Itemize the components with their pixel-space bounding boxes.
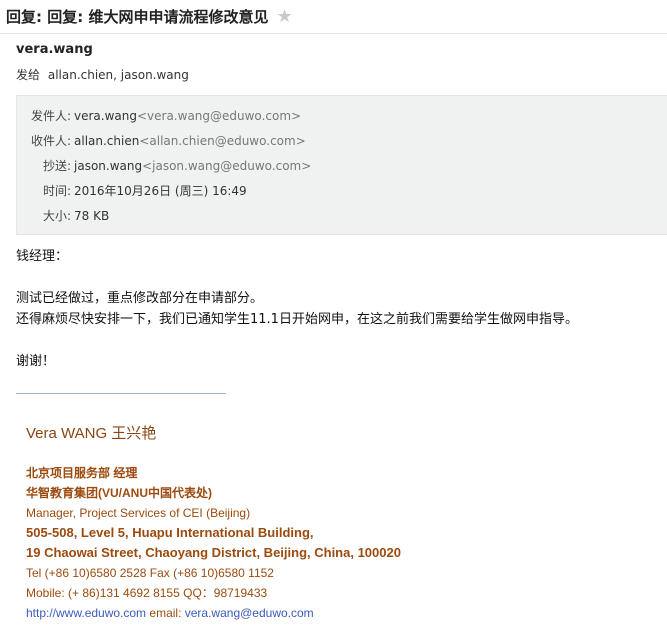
- to-name[interactable]: allan.chien: [74, 134, 139, 148]
- details-row-cc: 抄送: jason.wang<jason.wang@eduwo.com>: [17, 153, 667, 178]
- from-address: <vera.wang@eduwo.com>: [136, 108, 302, 123]
- details-value: vera.wang<vera.wang@eduwo.com>: [71, 109, 301, 123]
- signature-address-1: 505-508, Level 5, Huapu International Bu…: [26, 525, 314, 540]
- from-name[interactable]: vera.wang: [74, 109, 137, 123]
- email-label: email:: [146, 606, 185, 620]
- cc-name[interactable]: jason.wang: [74, 159, 142, 173]
- details-label: 收件人:: [30, 134, 71, 148]
- signature-contact: http://www.eduwo.com email: vera.wang@ed…: [26, 603, 667, 623]
- email-body: 钱经理： 测试已经做过，重点修改部分在申请部分。 还得麻烦尽快安排一下，我们已通…: [0, 235, 667, 394]
- signature-company: 华智教育集团(VU/ANU中国代表处): [26, 486, 212, 500]
- details-value: allan.chien<allan.chien@eduwo.com>: [71, 134, 306, 148]
- size-value: 78 KB: [74, 208, 110, 223]
- email-subject: 回复: 回复: 维大网申申请流程修改意见: [6, 8, 269, 26]
- details-row-time: 时间: 2016年10月26日 (周三) 16:49: [17, 178, 667, 203]
- website-link[interactable]: http://www.eduwo.com: [26, 606, 146, 620]
- details-label: 抄送:: [42, 159, 71, 173]
- body-line: 测试已经做过，重点修改部分在申请部分。: [16, 291, 264, 306]
- recipients-value[interactable]: allan.chien, jason.wang: [48, 68, 189, 82]
- recipients-line: 发给 allan.chien, jason.wang: [16, 66, 651, 83]
- email-link[interactable]: vera.wang@eduwo.com: [185, 606, 314, 620]
- sender-block: vera.wang 发给 allan.chien, jason.wang: [0, 34, 667, 83]
- signature-block: Vera WANG 王兴艳 北京项目服务部 经理 华智教育集团(VU/ANU中国…: [0, 394, 667, 623]
- signature-lines: 北京项目服务部 经理 华智教育集团(VU/ANU中国代表处) Manager, …: [26, 463, 667, 623]
- details-value: jason.wang<jason.wang@eduwo.com>: [71, 159, 311, 173]
- details-row-from: 发件人: vera.wang<vera.wang@eduwo.com>: [17, 103, 667, 128]
- signature-title: Manager, Project Services of CEI (Beijin…: [26, 506, 251, 520]
- subject-bar: 回复: 回复: 维大网申申请流程修改意见 ★: [0, 0, 667, 34]
- signature-mobile: Mobile: (+ 86)131 4692 8155 QQ：98719433: [26, 586, 268, 600]
- star-icon[interactable]: ★: [276, 6, 292, 27]
- details-label: 发件人:: [30, 109, 71, 123]
- signature-address-2: 19 Chaowai Street, Chaoyang District, Be…: [26, 545, 401, 560]
- details-row-size: 大小: 78 KB: [17, 203, 667, 228]
- signature-phone: Tel (+86 10)6580 2528 Fax (+86 10)6580 1…: [26, 566, 274, 580]
- details-label: 大小:: [42, 209, 71, 223]
- details-row-to: 收件人: allan.chien<allan.chien@eduwo.com>: [17, 128, 667, 153]
- details-label: 时间:: [42, 184, 71, 198]
- signature-dept: 北京项目服务部 经理: [26, 466, 138, 480]
- sender-name[interactable]: vera.wang: [16, 42, 651, 57]
- to-address: <allan.chien@eduwo.com>: [139, 133, 306, 148]
- time-value: 2016年10月26日 (周三) 16:49: [74, 184, 247, 198]
- body-thanks: 谢谢！: [16, 354, 56, 369]
- details-panel: 发件人: vera.wang<vera.wang@eduwo.com> 收件人:…: [16, 95, 667, 235]
- recipients-label: 发给: [16, 68, 41, 82]
- cc-address: <jason.wang@eduwo.com>: [142, 158, 312, 173]
- body-line: 还得麻烦尽快安排一下，我们已通知学生11.1日开始网申，在这之前我们需要给学生做…: [16, 312, 578, 327]
- signature-name: Vera WANG 王兴艳: [26, 425, 157, 442]
- body-greeting: 钱经理：: [16, 249, 69, 264]
